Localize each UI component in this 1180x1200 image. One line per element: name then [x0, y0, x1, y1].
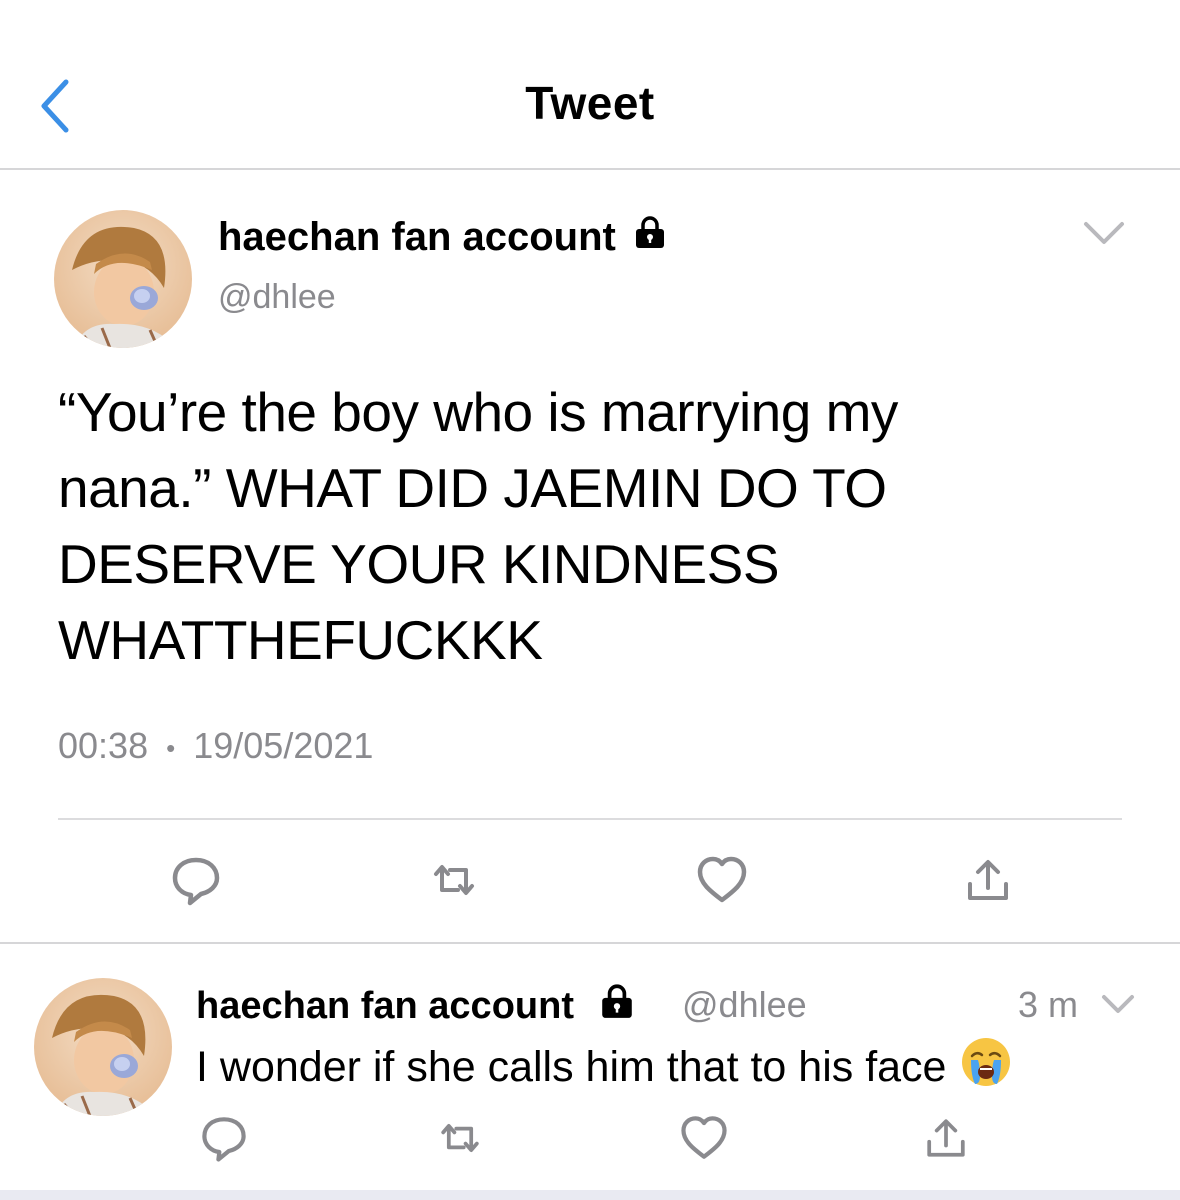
retweet-icon	[434, 865, 474, 895]
tweet-text-line: WHATTHEFUCKKK	[58, 609, 543, 671]
retweet-button[interactable]	[432, 1110, 488, 1166]
tweet-text-line: nana.” WHAT DID JAEMIN DO TO	[58, 457, 887, 519]
author-name-text: haechan fan account	[196, 984, 574, 1027]
tweet-time: 00:38	[58, 725, 149, 766]
chevron-down-icon	[1084, 222, 1124, 244]
avatar-photo	[54, 210, 192, 348]
tweet-author-name[interactable]: haechan fan account	[218, 214, 666, 260]
author-name-text: haechan fan account	[218, 214, 616, 259]
reply-button[interactable]	[196, 1110, 252, 1166]
reply-icon	[202, 1117, 246, 1162]
tweet-text-line: “You’re the boy who is marrying my	[58, 381, 898, 443]
reply-author-handle[interactable]: @dhlee	[682, 984, 807, 1026]
retweet-button[interactable]	[424, 850, 484, 910]
divider	[58, 818, 1122, 820]
tweet-options-button[interactable]	[1082, 218, 1126, 248]
avatar-photo	[34, 978, 172, 1116]
lock-icon	[600, 982, 634, 1030]
reply-icon	[172, 857, 220, 906]
like-button[interactable]	[692, 850, 752, 910]
reply-text-content: I wonder if she calls him that to his fa…	[196, 1043, 947, 1091]
share-button[interactable]	[958, 850, 1018, 910]
chevron-down-icon	[1102, 995, 1134, 1013]
reply-author-name[interactable]: haechan fan account	[196, 982, 634, 1030]
reply-text: I wonder if she calls him that to his fa…	[196, 1036, 1012, 1099]
retweet-icon	[441, 1124, 479, 1152]
reply-time: 3 m	[1018, 984, 1079, 1025]
crying-face-icon	[960, 1036, 1012, 1099]
page-title: Tweet	[525, 77, 655, 129]
tweet-date: 19/05/2021	[193, 725, 374, 766]
bottom-edge	[0, 1190, 1180, 1200]
tweet-timestamp: 00:38 • 19/05/2021	[58, 725, 373, 767]
tweet-text: “You’re the boy who is marrying my nana.…	[58, 374, 1118, 678]
share-icon	[927, 1119, 965, 1157]
lock-icon	[634, 214, 666, 260]
reply-button[interactable]	[166, 850, 226, 910]
heart-icon	[681, 1116, 727, 1159]
share-button[interactable]	[918, 1110, 974, 1166]
share-icon	[968, 860, 1008, 900]
divider	[0, 942, 1180, 944]
reply-avatar[interactable]	[34, 978, 172, 1116]
tweet-author-handle[interactable]: @dhlee	[218, 278, 336, 317]
heart-icon	[697, 856, 747, 903]
tweet-text-line: DESERVE YOUR KINDNESS	[58, 533, 780, 595]
reply-options-button[interactable]	[1100, 992, 1136, 1018]
like-button[interactable]	[676, 1110, 732, 1166]
avatar[interactable]	[54, 210, 192, 348]
meta-separator: •	[166, 732, 176, 763]
